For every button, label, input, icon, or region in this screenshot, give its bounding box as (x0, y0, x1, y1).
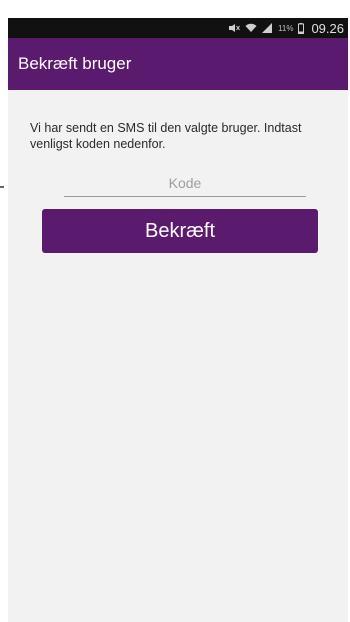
page-title: Bekræft bruger (18, 54, 132, 73)
app-bar: Bekræft bruger (8, 38, 348, 90)
mute-icon (228, 23, 240, 33)
battery-icon (298, 22, 305, 34)
sms-message: Vi har sendt en SMS til den valgte bruge… (30, 121, 302, 151)
battery-percent: 11% (278, 23, 294, 33)
code-input[interactable] (64, 175, 306, 191)
clock: 09.26 (311, 20, 344, 36)
code-field[interactable] (64, 170, 306, 197)
confirm-button-label: Bekræft (144, 219, 216, 242)
verification-form: Vi har sendt en SMS til den valgte bruge… (8, 90, 348, 253)
confirm-button[interactable]: Bekræft (42, 209, 318, 253)
signal-icon (262, 23, 273, 33)
phone-screen: 11% 09.26 Bekræft bruger Vi har sendt en… (8, 18, 348, 622)
status-bar: 11% 09.26 (8, 18, 348, 38)
wifi-icon (245, 23, 257, 33)
edge-mark (0, 186, 4, 188)
